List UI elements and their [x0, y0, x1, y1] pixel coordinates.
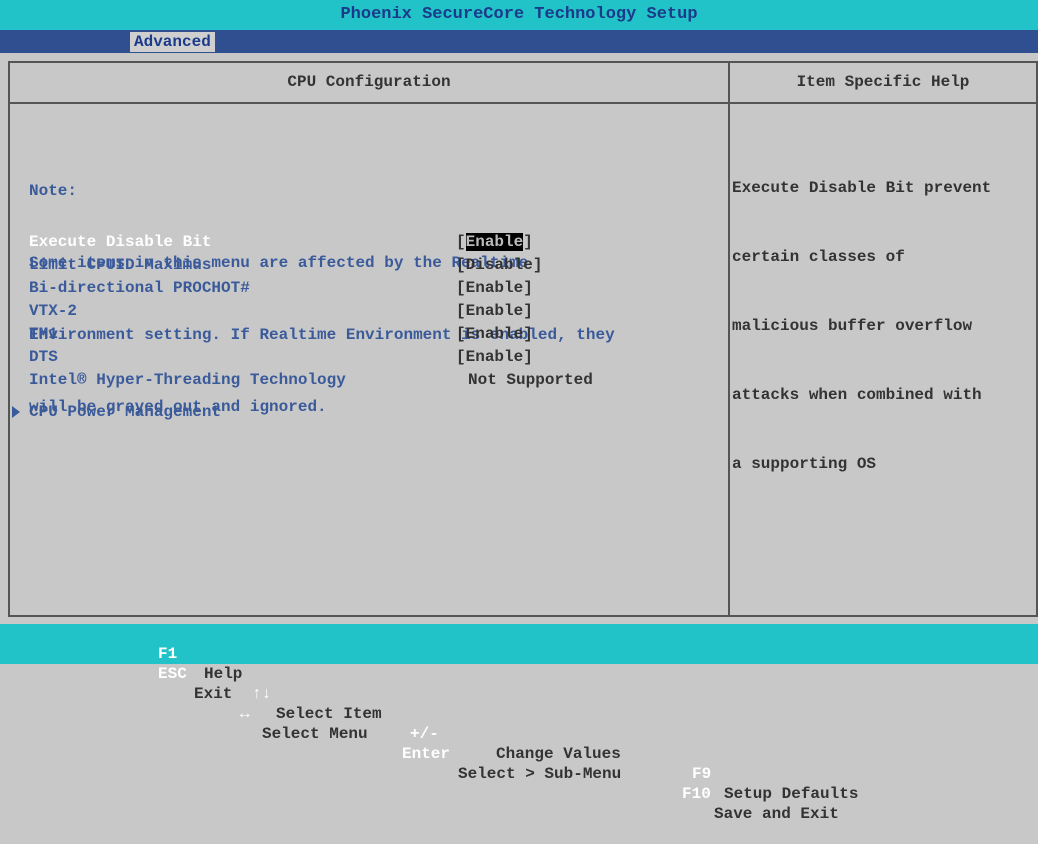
- page-title: CPU Configuration: [287, 73, 451, 91]
- help-line: certain classes of: [732, 248, 905, 266]
- note-line: Note:: [29, 182, 78, 200]
- setting-hyper-threading: Intel® Hyper-Threading Technology: [29, 371, 346, 389]
- submenu-cpu-power-management[interactable]: CPU Power Management: [29, 401, 221, 423]
- tab-advanced[interactable]: Advanced: [130, 32, 215, 52]
- value-text: Enable: [465, 302, 524, 320]
- value-highlight: Enable: [465, 233, 524, 251]
- key-esc: ESC: [158, 665, 187, 683]
- key-esc-desc: Exit: [194, 685, 233, 703]
- value-limit-cpuid-maximus[interactable]: [Disable]: [456, 254, 542, 276]
- key-legend-row-2: ESC Exit ↔ Select Menu Enter Select > Su…: [0, 644, 839, 823]
- key-f9-desc: Setup Defaults: [724, 785, 859, 803]
- help-line: attacks when combined with: [732, 386, 982, 404]
- updown-arrow-icon: ↑↓: [252, 685, 272, 703]
- key-f10: F10: [682, 785, 711, 803]
- value-bidirectional-prochot[interactable]: [Enable]: [456, 277, 533, 299]
- value-hyper-threading: Not Supported: [468, 371, 593, 389]
- key-plusminus: +/-: [410, 725, 439, 743]
- panel-divider-vertical: [728, 63, 730, 615]
- main-panel: CPU Configuration Item Specific Help Not…: [8, 61, 1038, 617]
- help-title: Item Specific Help: [796, 73, 970, 91]
- key-f1-desc: Help: [204, 665, 243, 683]
- setting-execute-disable-bit[interactable]: Execute Disable Bit: [29, 231, 211, 253]
- panel-divider-horizontal: [10, 102, 1036, 104]
- value-dts[interactable]: [Enable]: [456, 346, 533, 368]
- setting-tm1[interactable]: TM1: [29, 323, 58, 345]
- help-line: a supporting OS: [732, 455, 877, 473]
- key-f1: F1: [158, 645, 178, 663]
- help-text: Execute Disable Bit prevent certain clas…: [732, 131, 1036, 522]
- key-f9: F9: [692, 765, 712, 783]
- value-text: Enable: [465, 348, 524, 366]
- key-plusminus-desc: Change Values: [496, 745, 621, 763]
- value-text: Disable: [465, 256, 533, 274]
- value-text: Enable: [465, 279, 524, 297]
- key-enter-desc: Select > Sub-Menu: [458, 765, 622, 783]
- key-enter: Enter: [402, 745, 451, 763]
- menu-bar: Advanced: [0, 30, 1038, 53]
- key-leftright-desc: Select Menu: [262, 725, 368, 743]
- submenu-arrow-icon: [12, 406, 20, 418]
- help-line: Execute Disable Bit prevent: [732, 179, 992, 197]
- bios-title: Phoenix SecureCore Technology Setup: [0, 0, 1038, 30]
- setting-limit-cpuid-maximus[interactable]: Limit CPUID Maximus: [29, 254, 211, 276]
- key-f10-desc: Save and Exit: [714, 805, 839, 823]
- setting-vtx-2[interactable]: VTX-2: [29, 300, 77, 322]
- value-execute-disable-bit[interactable]: [Enable]: [456, 231, 533, 253]
- setting-dts[interactable]: DTS: [29, 346, 58, 368]
- key-legend: F1 Help ↑↓ Select Item +/- Change Values…: [0, 624, 1038, 823]
- value-vtx-2[interactable]: [Enable]: [456, 300, 533, 322]
- value-text: Enable: [465, 325, 524, 343]
- help-line: malicious buffer overflow: [732, 317, 973, 335]
- key-updown-desc: Select Item: [276, 705, 382, 723]
- value-tm1[interactable]: [Enable]: [456, 323, 533, 345]
- setting-bidirectional-prochot[interactable]: Bi-directional PROCHOT#: [29, 277, 250, 299]
- leftright-arrow-icon: ↔: [240, 705, 250, 723]
- key-legend-row-1: F1 Help ↑↓ Select Item +/- Change Values…: [0, 624, 858, 803]
